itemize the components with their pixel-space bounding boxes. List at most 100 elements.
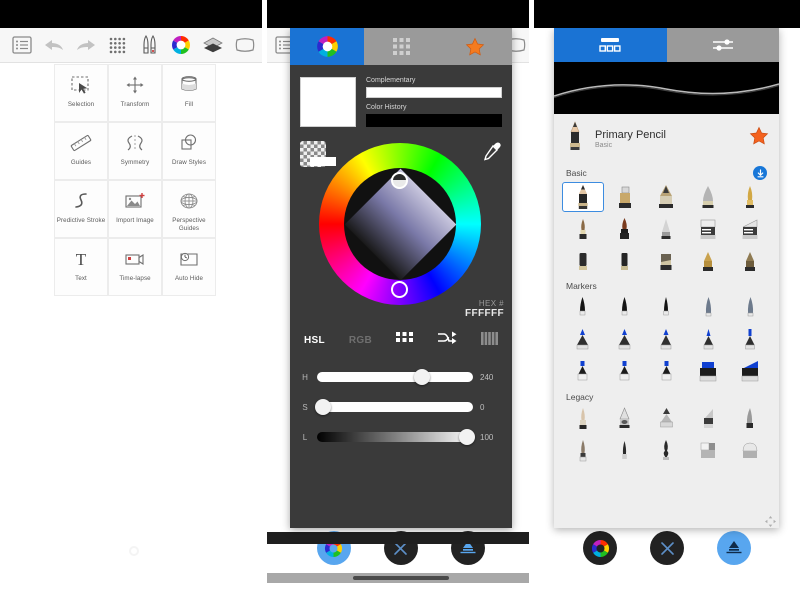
brush-item[interactable]	[729, 182, 771, 212]
brush-item[interactable]	[562, 357, 604, 387]
brush-item[interactable]	[604, 325, 646, 355]
tool-predictive-stroke[interactable]: Predictive Stroke	[54, 180, 108, 238]
draw-styles-icon	[178, 130, 200, 156]
transparency-icon[interactable]	[300, 141, 336, 167]
brush-item[interactable]	[687, 214, 729, 244]
brush-item[interactable]	[604, 357, 646, 387]
tool-label: Fill	[184, 101, 194, 108]
brush-item[interactable]	[687, 246, 729, 276]
tab-favorites[interactable]	[438, 28, 512, 65]
brush-item[interactable]	[687, 404, 729, 434]
tab-brush-library[interactable]	[554, 28, 667, 62]
canvas-icon[interactable]	[233, 33, 257, 57]
brush-item[interactable]	[687, 293, 729, 323]
hue-slider-knob[interactable]	[413, 369, 430, 385]
tool-transform[interactable]: Transform	[108, 64, 162, 122]
brush-grid-basic	[554, 182, 779, 276]
brush-item[interactable]	[646, 325, 688, 355]
saturation-slider-track[interactable]	[315, 399, 473, 415]
brush-item[interactable]	[646, 404, 688, 434]
brush-item[interactable]	[562, 293, 604, 323]
tab-color-wheel[interactable]	[290, 28, 364, 65]
eyedropper-icon[interactable]	[482, 141, 502, 161]
brush-item[interactable]	[604, 404, 646, 434]
tool-guides[interactable]: Guides	[54, 122, 108, 180]
home-indicator[interactable]	[352, 576, 449, 580]
brush-item[interactable]	[646, 293, 688, 323]
tool-label: Guides	[70, 159, 92, 166]
brush-item[interactable]	[562, 246, 604, 276]
layers-icon[interactable]	[201, 33, 225, 57]
tool-symmetry[interactable]: Symmetry	[108, 122, 162, 180]
nav-brush-button[interactable]	[717, 531, 751, 565]
rgb-mode[interactable]: RGB	[349, 335, 372, 346]
brush-item[interactable]	[604, 436, 646, 466]
complementary-swatch[interactable]	[366, 87, 502, 98]
lightness-slider-knob[interactable]	[458, 429, 475, 445]
hue-slider-track[interactable]	[317, 369, 473, 385]
lightness-slider-track[interactable]	[317, 429, 475, 445]
brush-item[interactable]	[729, 357, 771, 387]
brush-item[interactable]	[729, 293, 771, 323]
brush-item[interactable]	[562, 436, 604, 466]
tool-fill[interactable]: Fill	[162, 64, 216, 122]
brush-item[interactable]	[646, 214, 688, 244]
undo-icon[interactable]	[42, 33, 66, 57]
color-wheel-icon[interactable]	[169, 33, 193, 57]
brush-item[interactable]	[646, 246, 688, 276]
shuffle-icon[interactable]	[437, 331, 457, 350]
gradient-bars-icon[interactable]	[480, 331, 498, 350]
brush-item[interactable]	[604, 246, 646, 276]
brush-item[interactable]	[687, 357, 729, 387]
resize-handle-icon[interactable]	[765, 514, 776, 527]
brush-item[interactable]	[604, 214, 646, 244]
hex-value[interactable]: FFFFFF	[465, 308, 504, 319]
download-icon[interactable]	[753, 166, 767, 180]
tool-draw-styles[interactable]: Draw Styles	[162, 122, 216, 180]
sl-handle[interactable]	[391, 172, 408, 189]
tab-palette-grid[interactable]	[364, 28, 438, 65]
transparency-band	[310, 157, 336, 166]
brush-tools-icon[interactable]	[137, 33, 161, 57]
brush-item[interactable]	[729, 325, 771, 355]
tool-selection[interactable]: Selection	[54, 64, 108, 122]
brush-item[interactable]	[729, 404, 771, 434]
predictive-stroke-icon	[70, 188, 92, 214]
section-title: Markers	[566, 281, 597, 291]
hue-handle[interactable]	[391, 281, 408, 298]
favorite-star-icon[interactable]	[749, 126, 769, 151]
brush-item[interactable]	[604, 182, 646, 212]
brush-item[interactable]	[646, 436, 688, 466]
current-brush-row[interactable]: Primary Pencil Basic	[554, 114, 779, 161]
brush-item[interactable]	[646, 357, 688, 387]
swatch-grid-icon[interactable]	[396, 331, 413, 350]
brush-item[interactable]	[729, 246, 771, 276]
current-color-swatch[interactable]	[300, 77, 356, 127]
brush-item[interactable]	[604, 293, 646, 323]
tool-import-image[interactable]: Import Image	[108, 180, 162, 238]
hsl-mode[interactable]: HSL	[304, 335, 325, 346]
tool-auto-hide[interactable]: Auto Hide	[162, 238, 216, 296]
nav-close-button[interactable]	[650, 531, 684, 565]
brush-item[interactable]	[562, 214, 604, 244]
nav-color-button[interactable]	[583, 531, 617, 565]
brush-item[interactable]	[562, 404, 604, 434]
brush-item[interactable]	[729, 436, 771, 466]
saturation-slider-knob[interactable]	[315, 399, 332, 415]
tool-perspective-guides[interactable]: Perspective Guides	[162, 180, 216, 238]
tool-time-lapse[interactable]: Time-lapse	[108, 238, 162, 296]
brush-item[interactable]	[729, 214, 771, 244]
brush-library-icon[interactable]	[106, 33, 130, 57]
menu-icon[interactable]	[10, 33, 34, 57]
tool-text[interactable]: T Text	[54, 238, 108, 296]
brush-item[interactable]	[687, 182, 729, 212]
color-history-strip[interactable]	[366, 114, 502, 127]
brush-item[interactable]	[646, 182, 688, 212]
brush-item[interactable]	[687, 325, 729, 355]
brush-item[interactable]	[562, 182, 604, 212]
brush-item[interactable]	[562, 325, 604, 355]
redo-icon[interactable]	[74, 33, 98, 57]
slider-value: 0	[480, 402, 485, 412]
tab-brush-settings[interactable]	[666, 28, 779, 62]
brush-item[interactable]	[687, 436, 729, 466]
